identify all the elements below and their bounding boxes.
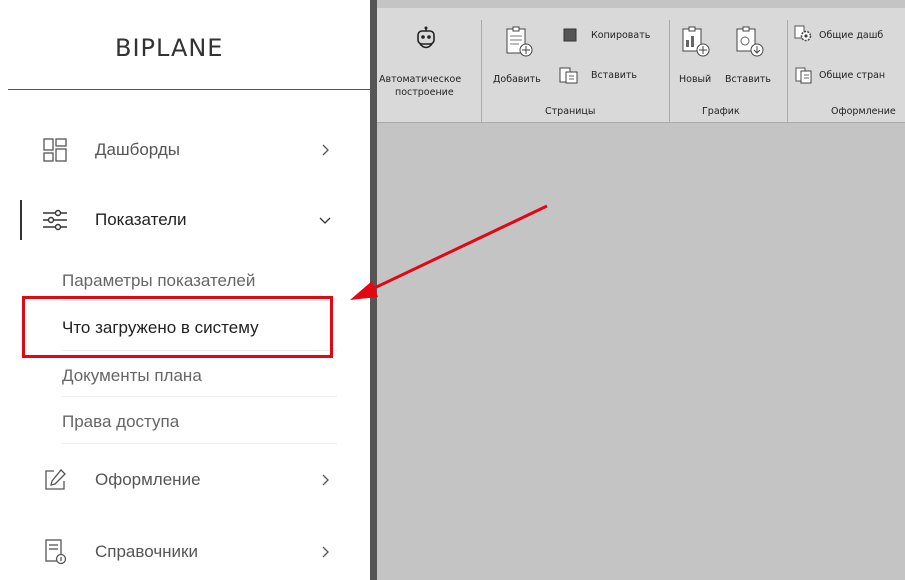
annotation-arrow: [350, 204, 548, 300]
